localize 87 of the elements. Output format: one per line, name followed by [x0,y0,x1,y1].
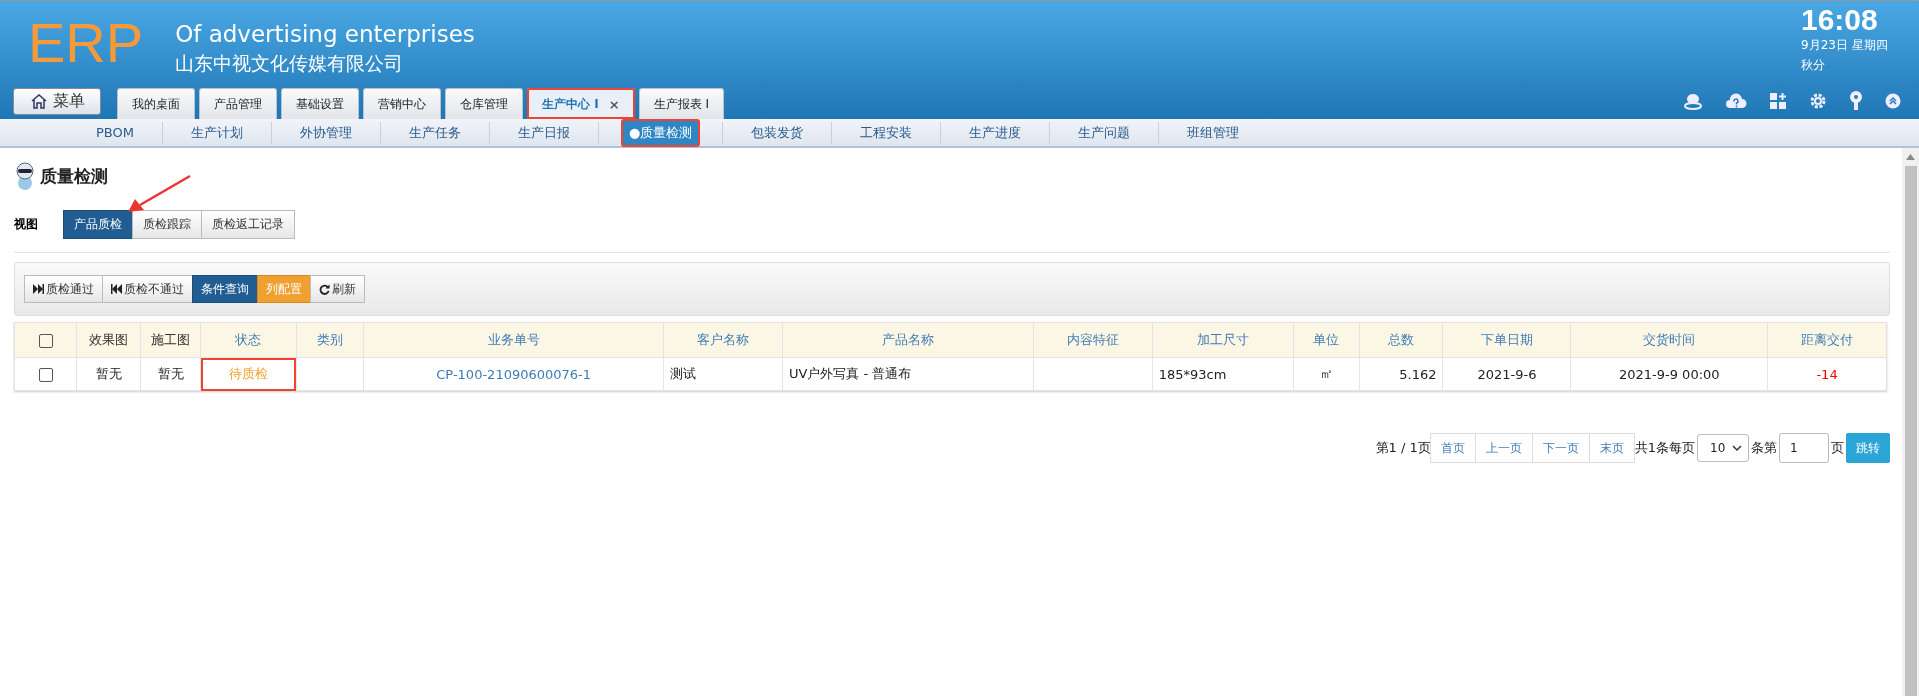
toolbar-button[interactable]: 刷新 [310,275,365,303]
annotation-arrow [126,174,192,214]
column-header: 单位 [1293,322,1359,358]
table-cell: -14 [1767,357,1887,391]
table-cell: 2021-9-6 [1442,357,1571,391]
table-cell: 185*93cm [1152,357,1294,391]
column-header: 产品名称 [782,322,1034,358]
home-icon [29,93,48,110]
table-cell: ㎡ [1293,357,1359,391]
table-cell: 待质检 [200,357,297,391]
page-info: 第1 / 1页 [1375,439,1431,457]
sub-nav-item[interactable]: 生产进度 [963,119,1028,146]
per-label: 条第 [1751,439,1777,457]
view-tab[interactable]: 质检跟踪 [132,210,202,239]
collapse-up-icon[interactable] [1885,92,1901,109]
solar-term: 秋分 [1801,57,1826,74]
table-cell: UV户外写真 - 普通布 [782,357,1034,391]
settings-icon[interactable] [1809,91,1827,110]
tagline: Of advertising enterprises [175,20,475,49]
module-tab[interactable]: 产品管理 [199,88,277,119]
sub-nav-item[interactable]: 外协管理 [294,119,358,146]
toolbar-button[interactable]: 条件查询 [192,275,258,303]
column-header: 下单日期 [1442,322,1571,358]
view-label: 视图 [14,216,39,233]
clock-date: 9月23日 星期四 [1801,37,1889,53]
pagination-button[interactable]: 末页 [1588,433,1635,463]
column-header: 类别 [296,322,364,358]
module-tab[interactable]: 基础设置 [281,88,359,119]
column-header: 交货时间 [1570,322,1768,358]
column-header: 业务单号 [363,322,664,358]
total-label: 共1条每页 [1634,439,1695,457]
page-size-select[interactable]: 10 [1697,434,1749,462]
module-tab[interactable]: 生产报表 I [638,88,724,119]
select-all-checkbox[interactable] [38,333,53,348]
pagination-button[interactable]: 首页 [1429,433,1476,463]
table-cell: 暂无 [76,357,141,391]
column-header: 效果图 [76,322,141,358]
sub-nav-item[interactable]: ●质量检测 [621,118,701,147]
column-header: 内容特征 [1033,322,1153,358]
skip-forward-icon [33,284,44,294]
clock-time: 16:08 [1801,3,1879,37]
pagination-button[interactable]: 上一页 [1474,433,1533,463]
toolbar-button[interactable]: 质检通过 [24,275,103,303]
sub-nav-item[interactable]: 生产日报 [512,119,576,146]
table-cell: 测试 [663,357,783,391]
chevron-down-icon [1732,444,1742,452]
sub-nav-item[interactable]: 工程安装 [854,119,919,146]
scroll-up-icon[interactable] [1906,154,1915,160]
table-cell: 暂无 [140,357,201,391]
module-tab[interactable]: 我的桌面 [117,88,195,119]
module-tab[interactable]: 生产中心 I × [527,88,635,119]
sub-nav-item[interactable]: 生产任务 [403,119,467,146]
menu-button[interactable]: 菜单 [13,88,101,115]
column-header: 施工图 [140,322,201,358]
view-tab[interactable]: 产品质检 [63,210,133,239]
module-tab[interactable]: 仓库管理 [445,88,523,119]
column-header: 总数 [1359,322,1443,358]
cloud-help-icon[interactable] [1725,91,1747,110]
page-title: 质量检测 [40,164,108,188]
company-name: 山东中视文化传媒有限公司 [175,51,405,76]
sub-nav-item[interactable]: 生产问题 [1072,119,1137,146]
page-suffix: 页 [1831,439,1844,457]
scrollbar-thumb[interactable] [1904,166,1917,696]
sub-nav-item[interactable]: 生产计划 [185,119,249,146]
add-widget-icon[interactable] [1769,91,1787,110]
page-number-field[interactable]: 1 [1779,433,1829,463]
table-cell: 2021-9-9 00:00 [1570,357,1768,391]
column-header: 客户名称 [663,322,783,358]
order-number-link[interactable]: CP-100-21090600076-1 [363,357,664,391]
skip-back-icon [111,284,122,294]
view-tab[interactable]: 质检返工记录 [201,210,295,239]
refresh-icon [319,283,330,295]
sub-nav-item[interactable]: PBOM [90,121,140,144]
row-checkbox[interactable] [38,367,53,382]
column-header: 加工尺寸 [1152,322,1294,358]
sub-nav-item[interactable]: 包装发货 [745,119,810,146]
module-tab[interactable]: 营销中心 [363,88,441,119]
scrollbar[interactable] [1902,148,1919,696]
close-tab-button[interactable]: × [608,96,620,112]
key-icon[interactable] [1849,90,1863,111]
column-header: 状态 [200,322,297,358]
table-cell: 5.162 [1359,357,1443,391]
sub-nav-item[interactable]: 班组管理 [1181,119,1246,146]
logo: ERP [28,10,144,76]
toolbar-button[interactable]: 质检不通过 [102,275,193,303]
column-header: 距离交付 [1767,322,1887,358]
pagination-button[interactable]: 下一页 [1531,433,1590,463]
